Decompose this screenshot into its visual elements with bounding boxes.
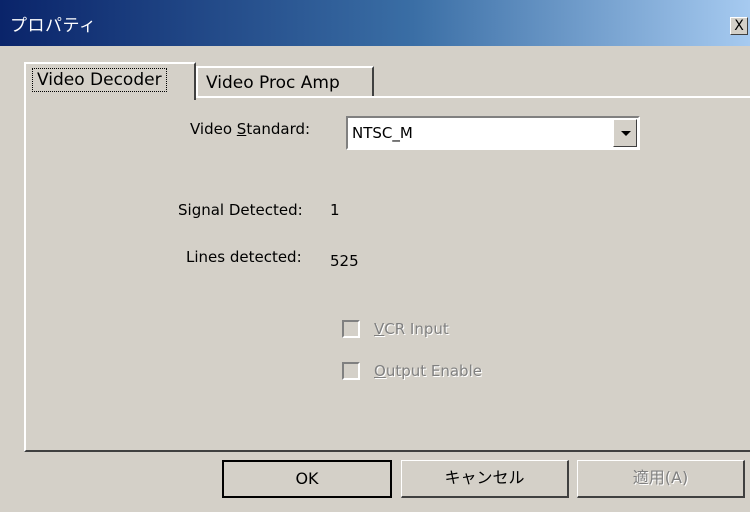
video-standard-value: NTSC_M	[352, 124, 413, 142]
output-enable-checkbox[interactable]	[342, 362, 360, 380]
vcr-input-label-rest: CR Input	[384, 320, 449, 338]
signal-detected-value: 1	[330, 201, 340, 219]
cancel-button[interactable]: キャンセル	[401, 460, 569, 498]
video-standard-label-post: tandard:	[246, 120, 311, 138]
video-standard-select[interactable]: NTSC_M	[346, 116, 640, 150]
close-icon: X	[734, 18, 744, 34]
ok-button[interactable]: OK	[222, 460, 392, 498]
lines-detected-value: 525	[330, 252, 359, 270]
tab-video-proc-amp-label: Video Proc Amp	[206, 73, 340, 93]
vcr-input-mnemonic: V	[374, 320, 385, 338]
close-button[interactable]: X	[730, 17, 748, 35]
video-standard-label: Video Standard:	[190, 120, 310, 138]
apply-button[interactable]: 適用(A)	[577, 460, 745, 498]
output-enable-label-rest: utput Enable	[385, 362, 482, 380]
chevron-down-icon[interactable]	[613, 119, 637, 147]
tab-video-decoder[interactable]: Video Decoder	[24, 62, 196, 100]
video-standard-label-pre: Video	[190, 120, 237, 138]
signal-detected-label: Signal Detected:	[178, 201, 303, 219]
video-standard-mnemonic: S	[236, 120, 247, 138]
tab-video-proc-amp[interactable]: Video Proc Amp	[196, 66, 374, 98]
window-title: プロパティ	[10, 16, 97, 36]
vcr-input-label: VCR Input	[374, 320, 449, 338]
lines-detected-label: Lines detected:	[186, 248, 302, 266]
title-bar[interactable]: プロパティ X	[0, 0, 750, 46]
output-enable-mnemonic: O	[374, 362, 386, 380]
output-enable-label: Output Enable	[374, 362, 482, 380]
vcr-input-checkbox[interactable]	[342, 320, 360, 338]
tab-video-decoder-label: Video Decoder	[32, 68, 167, 92]
